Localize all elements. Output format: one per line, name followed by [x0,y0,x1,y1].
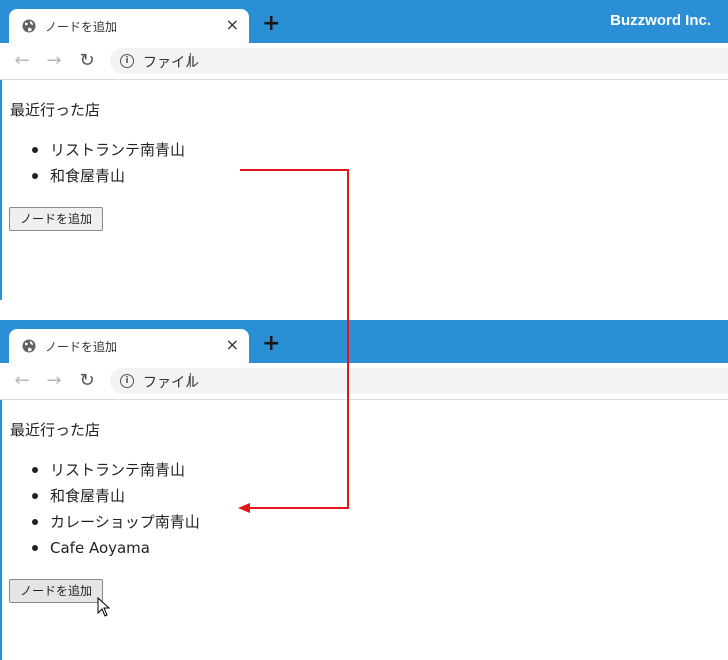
plus-icon[interactable]: + [262,333,280,355]
back-icon[interactable]: ← [12,371,32,391]
browser-toolbar: ← → ↻ i ファイル | [0,363,728,400]
list-item: カレーショップ南青山 [32,509,200,535]
forward-icon[interactable]: → [44,51,64,71]
browser-toolbar: ← → ↻ i ファイル | [0,43,728,80]
address-separator: | [188,372,193,388]
info-icon[interactable]: i [120,374,134,388]
address-separator: | [188,52,193,68]
plus-icon[interactable]: + [262,13,280,35]
browser-tab[interactable]: ノードを追加 × [9,9,249,43]
tab-bar: ノードを追加 × + Buzzword Inc. [0,0,728,43]
globe-icon [22,339,36,353]
reload-icon[interactable]: ↻ [77,371,97,391]
browser-window-before: ノードを追加 × + Buzzword Inc. ← → ↻ i ファイル | … [0,0,728,300]
address-bar[interactable]: i ファイル | [110,48,728,74]
page-heading: 最近行った店 [10,421,101,439]
list-item: リストランテ南青山 [31,137,185,163]
page-heading: 最近行った店 [10,101,101,119]
list-item: リストランテ南青山 [32,457,200,483]
list-item: 和食屋青山 [31,163,185,189]
tab-bar: ノードを追加 × + [0,320,728,363]
tab-title: ノードを追加 [45,340,118,354]
add-node-button[interactable]: ノードを追加 [9,579,103,603]
close-icon[interactable]: × [226,335,239,355]
shop-list: リストランテ南青山 和食屋青山 [0,137,185,189]
browser-tab[interactable]: ノードを追加 × [9,329,249,363]
info-icon[interactable]: i [120,54,134,68]
tab-title: ノードを追加 [45,20,118,34]
reload-icon[interactable]: ↻ [77,51,97,71]
back-icon[interactable]: ← [12,51,32,71]
list-item: 和食屋青山 [32,483,200,509]
mouse-cursor-icon [97,597,111,617]
forward-icon[interactable]: → [44,371,64,391]
brand-label: Buzzword Inc. [610,12,711,29]
list-item: Cafe Aoyama [32,535,200,561]
add-node-button[interactable]: ノードを追加 [9,207,103,231]
globe-icon [22,19,36,33]
address-bar[interactable]: i ファイル | [110,368,728,394]
shop-list: リストランテ南青山 和食屋青山 カレーショップ南青山 Cafe Aoyama [0,457,200,561]
close-icon[interactable]: × [226,15,239,35]
